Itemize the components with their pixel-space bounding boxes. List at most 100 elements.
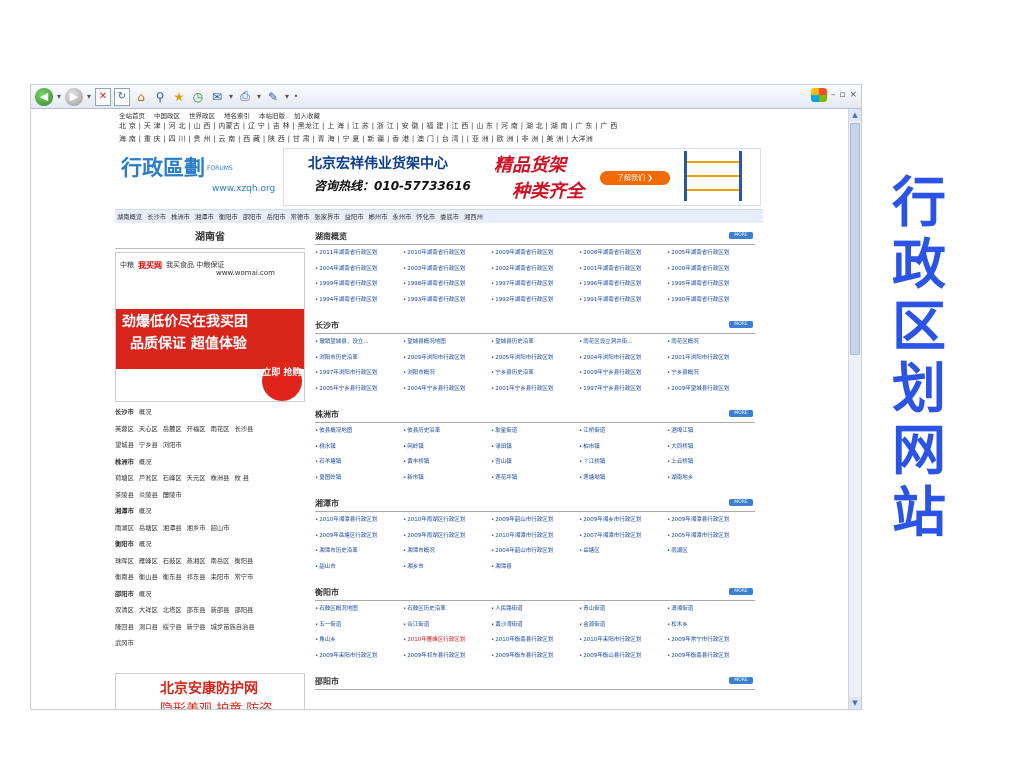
section-link[interactable]: 江桥街道 xyxy=(579,424,667,440)
district-link[interactable]: 蒸湘区 xyxy=(187,558,206,565)
more-button[interactable]: MORE xyxy=(729,499,753,506)
section-link[interactable]: 2005年湘潭市行政区划 xyxy=(667,529,755,545)
section-link[interactable]: 网岭镇 xyxy=(403,440,491,456)
bottom-ad[interactable]: 北京安康防护网 隐形美观 护童 防盗 xyxy=(115,673,305,709)
section-link[interactable]: 2011年湖南省行政区划 xyxy=(315,246,403,262)
section-link[interactable]: 湘潭县 xyxy=(491,560,579,576)
district-link[interactable]: 新邵县 xyxy=(211,607,230,614)
city-nav-link[interactable]: 郴州市 xyxy=(369,212,388,221)
district-link[interactable]: 北塔区 xyxy=(163,607,182,614)
section-link[interactable]: 松木乡 xyxy=(667,618,755,634)
district-link[interactable]: 南岳区 xyxy=(211,558,230,565)
chevron-down-icon[interactable]: ▾ xyxy=(56,88,62,106)
district-link[interactable]: 韶山市 xyxy=(211,525,230,532)
section-link[interactable]: 潇湘街道 xyxy=(667,602,755,618)
district-link[interactable]: 雨花区 xyxy=(211,426,230,433)
section-link[interactable]: 湘乡市 xyxy=(403,560,491,576)
district-link[interactable]: 洞口县 xyxy=(139,624,158,631)
city-nav-link[interactable]: 湖南概览 xyxy=(117,212,142,221)
section-link[interactable]: 2009年韶山市行政区划 xyxy=(491,513,579,529)
section-link[interactable]: 1992年湖南省行政区划 xyxy=(491,293,579,309)
section-link[interactable]: 宁乡县概况 xyxy=(667,366,755,382)
district-link[interactable]: 大祥区 xyxy=(139,607,158,614)
district-link[interactable]: 岳麓区 xyxy=(163,426,182,433)
district-link[interactable]: 邵东县 xyxy=(187,607,206,614)
section-link[interactable]: 2009年雨湖区行政区划 xyxy=(403,529,491,545)
section-link[interactable]: 2010年雁峰区行政区划 xyxy=(403,633,491,649)
close-button[interactable]: × xyxy=(849,90,857,100)
section-link[interactable]: 1994年湖南省行政区划 xyxy=(315,293,403,309)
section-link[interactable]: 2005年浏阳市行政区划 xyxy=(491,351,579,367)
district-link[interactable]: 耒阳市 xyxy=(211,574,230,581)
section-link[interactable]: 1997年湖南省行政区划 xyxy=(491,277,579,293)
city-name[interactable]: 长沙市 xyxy=(115,409,134,416)
city-nav-link[interactable]: 岳阳市 xyxy=(267,212,286,221)
print-icon[interactable]: ⎙ xyxy=(237,88,253,106)
section-link[interactable]: 2003年湖南省行政区划 xyxy=(403,262,491,278)
city-nav-link[interactable]: 常德市 xyxy=(291,212,310,221)
section-link[interactable]: 黄丰桥镇 xyxy=(403,455,491,471)
top-nav-link[interactable]: 加入收藏 xyxy=(294,110,320,120)
section-link[interactable]: 1990年湖南省行政区划 xyxy=(667,293,755,309)
chevron-down-icon[interactable]: ▾ xyxy=(284,88,290,106)
top-nav-link[interactable]: 全站首页 xyxy=(119,110,145,120)
section-link[interactable]: 2009年衡南县行政区划 xyxy=(667,649,755,665)
history-icon[interactable]: ◷ xyxy=(190,88,206,106)
city-nav-link[interactable]: 长沙市 xyxy=(147,212,166,221)
section-title[interactable]: 邵阳市 xyxy=(315,676,339,687)
section-link[interactable]: 撤销望城县，设立... xyxy=(315,335,403,351)
section-link[interactable]: 2009年祁东县行政区划 xyxy=(403,649,491,665)
favorites-icon[interactable]: ★ xyxy=(171,88,187,106)
city-overview-link[interactable]: 概况 xyxy=(139,541,152,548)
buy-now-badge[interactable]: 立即 抢购 xyxy=(262,361,302,401)
district-link[interactable]: 常宁市 xyxy=(234,574,253,581)
section-link[interactable]: 石鼓区概况地图 xyxy=(315,602,403,618)
minimize-button[interactable]: – xyxy=(831,90,836,100)
section-link[interactable]: 2007年湘潭市行政区划 xyxy=(579,529,667,545)
section-link[interactable]: 湘潭市历史沿革 xyxy=(315,544,403,560)
section-link[interactable]: 酒埠江镇 xyxy=(667,424,755,440)
district-link[interactable]: 茶陵县 xyxy=(115,492,134,499)
district-link[interactable]: 隆回县 xyxy=(115,624,134,631)
district-link[interactable]: 开福区 xyxy=(187,426,206,433)
section-link[interactable]: 石羊塘镇 xyxy=(315,455,403,471)
side-ad[interactable]: 中粮 我买网 我买食品 中粮保证 www.womai.com 劲爆低价尽在我买团… xyxy=(115,252,305,402)
section-link[interactable]: 2009年常宁市行政区划 xyxy=(667,633,755,649)
section-link[interactable]: 1996年湖南省行政区划 xyxy=(579,277,667,293)
section-title[interactable]: 衡阳市 xyxy=(315,587,339,598)
district-link[interactable]: 芙蓉区 xyxy=(115,426,134,433)
section-link[interactable]: 雨湖区 xyxy=(667,544,755,560)
section-link[interactable]: 上云桥镇 xyxy=(667,455,755,471)
section-link[interactable]: 2001年宁乡县行政区划 xyxy=(491,382,579,398)
district-link[interactable]: 浏阳市 xyxy=(163,442,182,449)
search-icon[interactable]: ⚲ xyxy=(152,88,168,106)
section-link[interactable]: 桃水镇 xyxy=(315,440,403,456)
stop-icon[interactable]: ✕ xyxy=(95,87,111,106)
section-link[interactable]: 攸县历史沿革 xyxy=(403,424,491,440)
district-link[interactable]: 芦淞区 xyxy=(139,475,158,482)
back-icon[interactable]: ◀ xyxy=(35,87,53,106)
section-link[interactable]: 1998年湖南省行政区划 xyxy=(403,277,491,293)
section-link[interactable]: 2009年浏阳市行政区划 xyxy=(403,351,491,367)
city-nav-link[interactable]: 衡阳市 xyxy=(219,212,238,221)
district-link[interactable]: 株洲县 xyxy=(211,475,230,482)
vertical-scrollbar[interactable]: ▲ ▼ xyxy=(848,109,861,709)
section-link[interactable]: 角山乡 xyxy=(315,633,403,649)
section-link[interactable]: 湖南地乡 xyxy=(667,471,755,487)
district-link[interactable]: 城步苗族自治县 xyxy=(211,624,255,631)
city-nav-link[interactable]: 邵阳市 xyxy=(243,212,262,221)
city-nav-link[interactable]: 益阳市 xyxy=(345,212,364,221)
mail-icon[interactable]: ✉ xyxy=(209,88,225,106)
section-link[interactable]: 2005年宁乡县行政区划 xyxy=(315,382,403,398)
banner-ad[interactable]: 北京宏祥伟业货架中心 咨询热线：010-57733616 精品货架 种类齐全 了… xyxy=(283,148,761,206)
district-link[interactable]: 醴陵市 xyxy=(163,492,182,499)
home-icon[interactable]: ⌂ xyxy=(133,88,149,106)
district-link[interactable]: 衡东县 xyxy=(163,574,182,581)
district-link[interactable]: 天元区 xyxy=(187,475,206,482)
city-name[interactable]: 衡阳市 xyxy=(115,541,134,548)
section-link[interactable]: 2009年岳塘区行政区划 xyxy=(315,529,403,545)
section-link[interactable]: 合江街道 xyxy=(403,618,491,634)
district-link[interactable]: 雨湖区 xyxy=(115,525,134,532)
district-link[interactable]: 长沙县 xyxy=(234,426,253,433)
section-link[interactable]: 岳塘区 xyxy=(579,544,667,560)
